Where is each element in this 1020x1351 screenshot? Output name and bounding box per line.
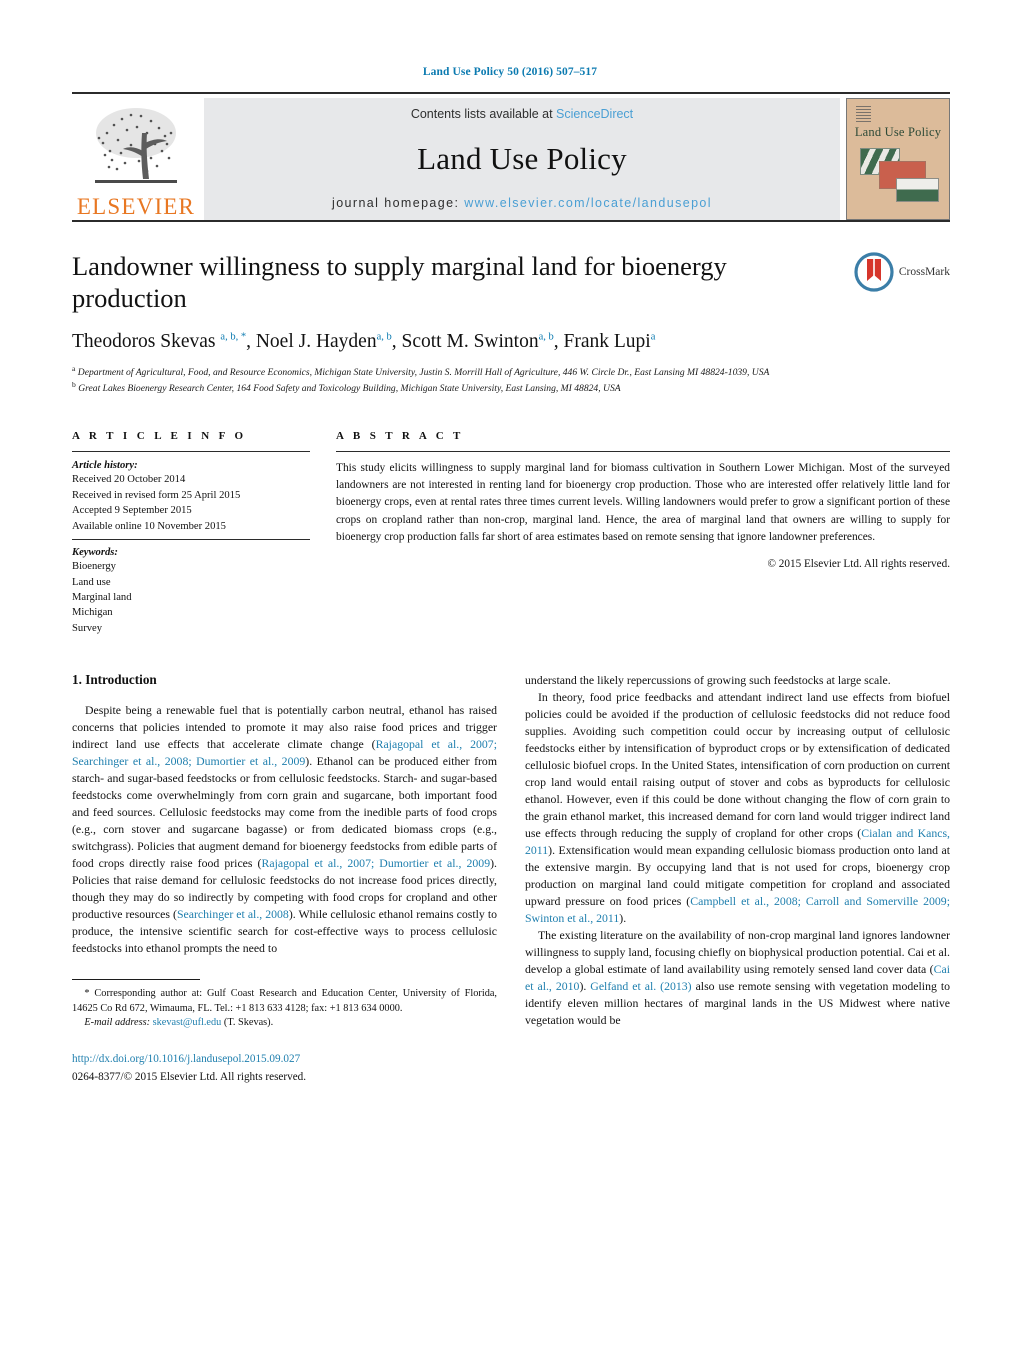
- doi-block: http://dx.doi.org/10.1016/j.landusepol.2…: [72, 1051, 497, 1085]
- affiliation-a: a Department of Agricultural, Food, and …: [72, 363, 770, 378]
- cover-title: Land Use Policy: [854, 125, 942, 139]
- affiliation-b-text: Great Lakes Bioenergy Research Center, 1…: [78, 383, 621, 395]
- footnote-block: * Corresponding author at: Gulf Coast Re…: [72, 979, 497, 1085]
- cover-elsevier-mark-icon: [856, 106, 871, 122]
- history-accepted: Accepted 9 September 2015: [72, 505, 192, 517]
- masthead-bottom-rule: [72, 220, 950, 222]
- article-info-heading: A R T I C L E I N F O: [72, 430, 247, 443]
- abstract-heading: A B S T R A C T: [336, 430, 464, 443]
- footnote-rule: [72, 979, 200, 981]
- intro-paragraph-4: The existing literature on the availabil…: [525, 928, 951, 1028]
- email-link[interactable]: skevast@ufl.edu: [153, 1017, 222, 1028]
- affiliation-b: b Great Lakes Bioenergy Research Center,…: [72, 380, 621, 395]
- crossmark-label: CrossMark: [898, 266, 950, 278]
- keywords-rule: [72, 539, 310, 541]
- journal-masthead: ELSEVIER Contents lists available at Sci…: [72, 92, 950, 220]
- affiliations: a Department of Agricultural, Food, and …: [72, 364, 950, 397]
- running-head: Land Use Policy 50 (2016) 507–517: [422, 66, 598, 78]
- corresponding-author-note: * Corresponding author at: Gulf Coast Re…: [72, 988, 497, 1014]
- affiliation-a-text: Department of Agricultural, Food, and Re…: [77, 366, 770, 378]
- info-abstract-section: A R T I C L E I N F O Article history: R…: [72, 430, 950, 636]
- abstract-column: A B S T R A C T This study elicits willi…: [336, 430, 950, 636]
- intro-paragraph-1: Despite being a renewable fuel that is p…: [72, 703, 498, 956]
- journal-title: Land Use Policy: [417, 141, 627, 176]
- homepage-link[interactable]: www.elsevier.com/locate/landusepol: [464, 196, 712, 210]
- history-revised: Received in revised form 25 April 2015: [72, 489, 241, 501]
- journal-homepage-line: journal homepage: www.elsevier.com/locat…: [332, 196, 712, 210]
- email-note: E-mail address: skevast@ufl.edu (T. Skev…: [72, 1016, 497, 1031]
- keyword-item: Bioenergy: [72, 561, 116, 573]
- article-history-label: Article history:: [72, 460, 138, 472]
- contents-prefix: Contents lists available at: [410, 107, 557, 121]
- body-column-right: understand the likely repercussions of g…: [525, 672, 950, 1085]
- doi-link[interactable]: http://dx.doi.org/10.1016/j.landusepol.2…: [72, 1051, 497, 1067]
- article-info-rule: [72, 451, 310, 453]
- abstract-text: This study elicits willingness to supply…: [336, 462, 950, 543]
- body-column-left: 1. Introduction Despite being a renewabl…: [72, 672, 497, 1085]
- email-label: E-mail address:: [84, 1017, 151, 1029]
- title-block: CrossMark Landowner willingness to suppl…: [72, 250, 950, 396]
- keyword-item: Marginal land: [72, 591, 132, 603]
- intro-paragraph-3: In theory, food price feedbacks and atte…: [525, 690, 950, 926]
- abstract-rule: [336, 451, 950, 453]
- elsevier-logo: ELSEVIER: [72, 98, 200, 220]
- cover-image-landscape: [896, 178, 939, 202]
- crossmark-badge-group[interactable]: CrossMark: [854, 252, 950, 292]
- history-online: Available online 10 November 2015: [72, 520, 226, 532]
- keyword-item: Michigan: [72, 607, 113, 619]
- issn-copyright: 0264-8377/© 2015 Elsevier Ltd. All right…: [72, 1071, 307, 1084]
- history-received: Received 20 October 2014: [72, 474, 186, 486]
- keyword-item: Survey: [72, 622, 103, 634]
- keyword-item: Land use: [72, 576, 111, 588]
- section-heading-introduction: 1. Introduction: [72, 672, 157, 688]
- author-list: Theodoros Skevas a, b, *, Noel J. Hayden…: [72, 330, 656, 352]
- journal-cover-thumbnail: Land Use Policy: [846, 98, 950, 220]
- copyright-line: © 2015 Elsevier Ltd. All rights reserved…: [767, 557, 951, 570]
- page-title: Landowner willingness to supply marginal…: [72, 251, 727, 314]
- intro-paragraph-2: understand the likely repercussions of g…: [525, 673, 891, 688]
- email-suffix: (T. Skevas).: [223, 1017, 274, 1029]
- homepage-prefix: journal homepage:: [332, 196, 465, 210]
- contents-line: Contents lists available at ScienceDirec…: [411, 107, 633, 121]
- paper-page: Land Use Policy 50 (2016) 507–517 ELSEVI…: [0, 0, 1020, 1351]
- keywords-label: Keywords:: [72, 547, 118, 559]
- elsevier-tree-icon: [95, 108, 177, 183]
- sciencedirect-link[interactable]: ScienceDirect: [556, 107, 633, 121]
- journal-banner: Contents lists available at ScienceDirec…: [204, 98, 840, 220]
- elsevier-wordmark: ELSEVIER: [76, 194, 196, 219]
- crossmark-icon: [854, 252, 894, 292]
- body-columns: 1. Introduction Despite being a renewabl…: [72, 672, 950, 1085]
- article-info-column: A R T I C L E I N F O Article history: R…: [72, 430, 310, 636]
